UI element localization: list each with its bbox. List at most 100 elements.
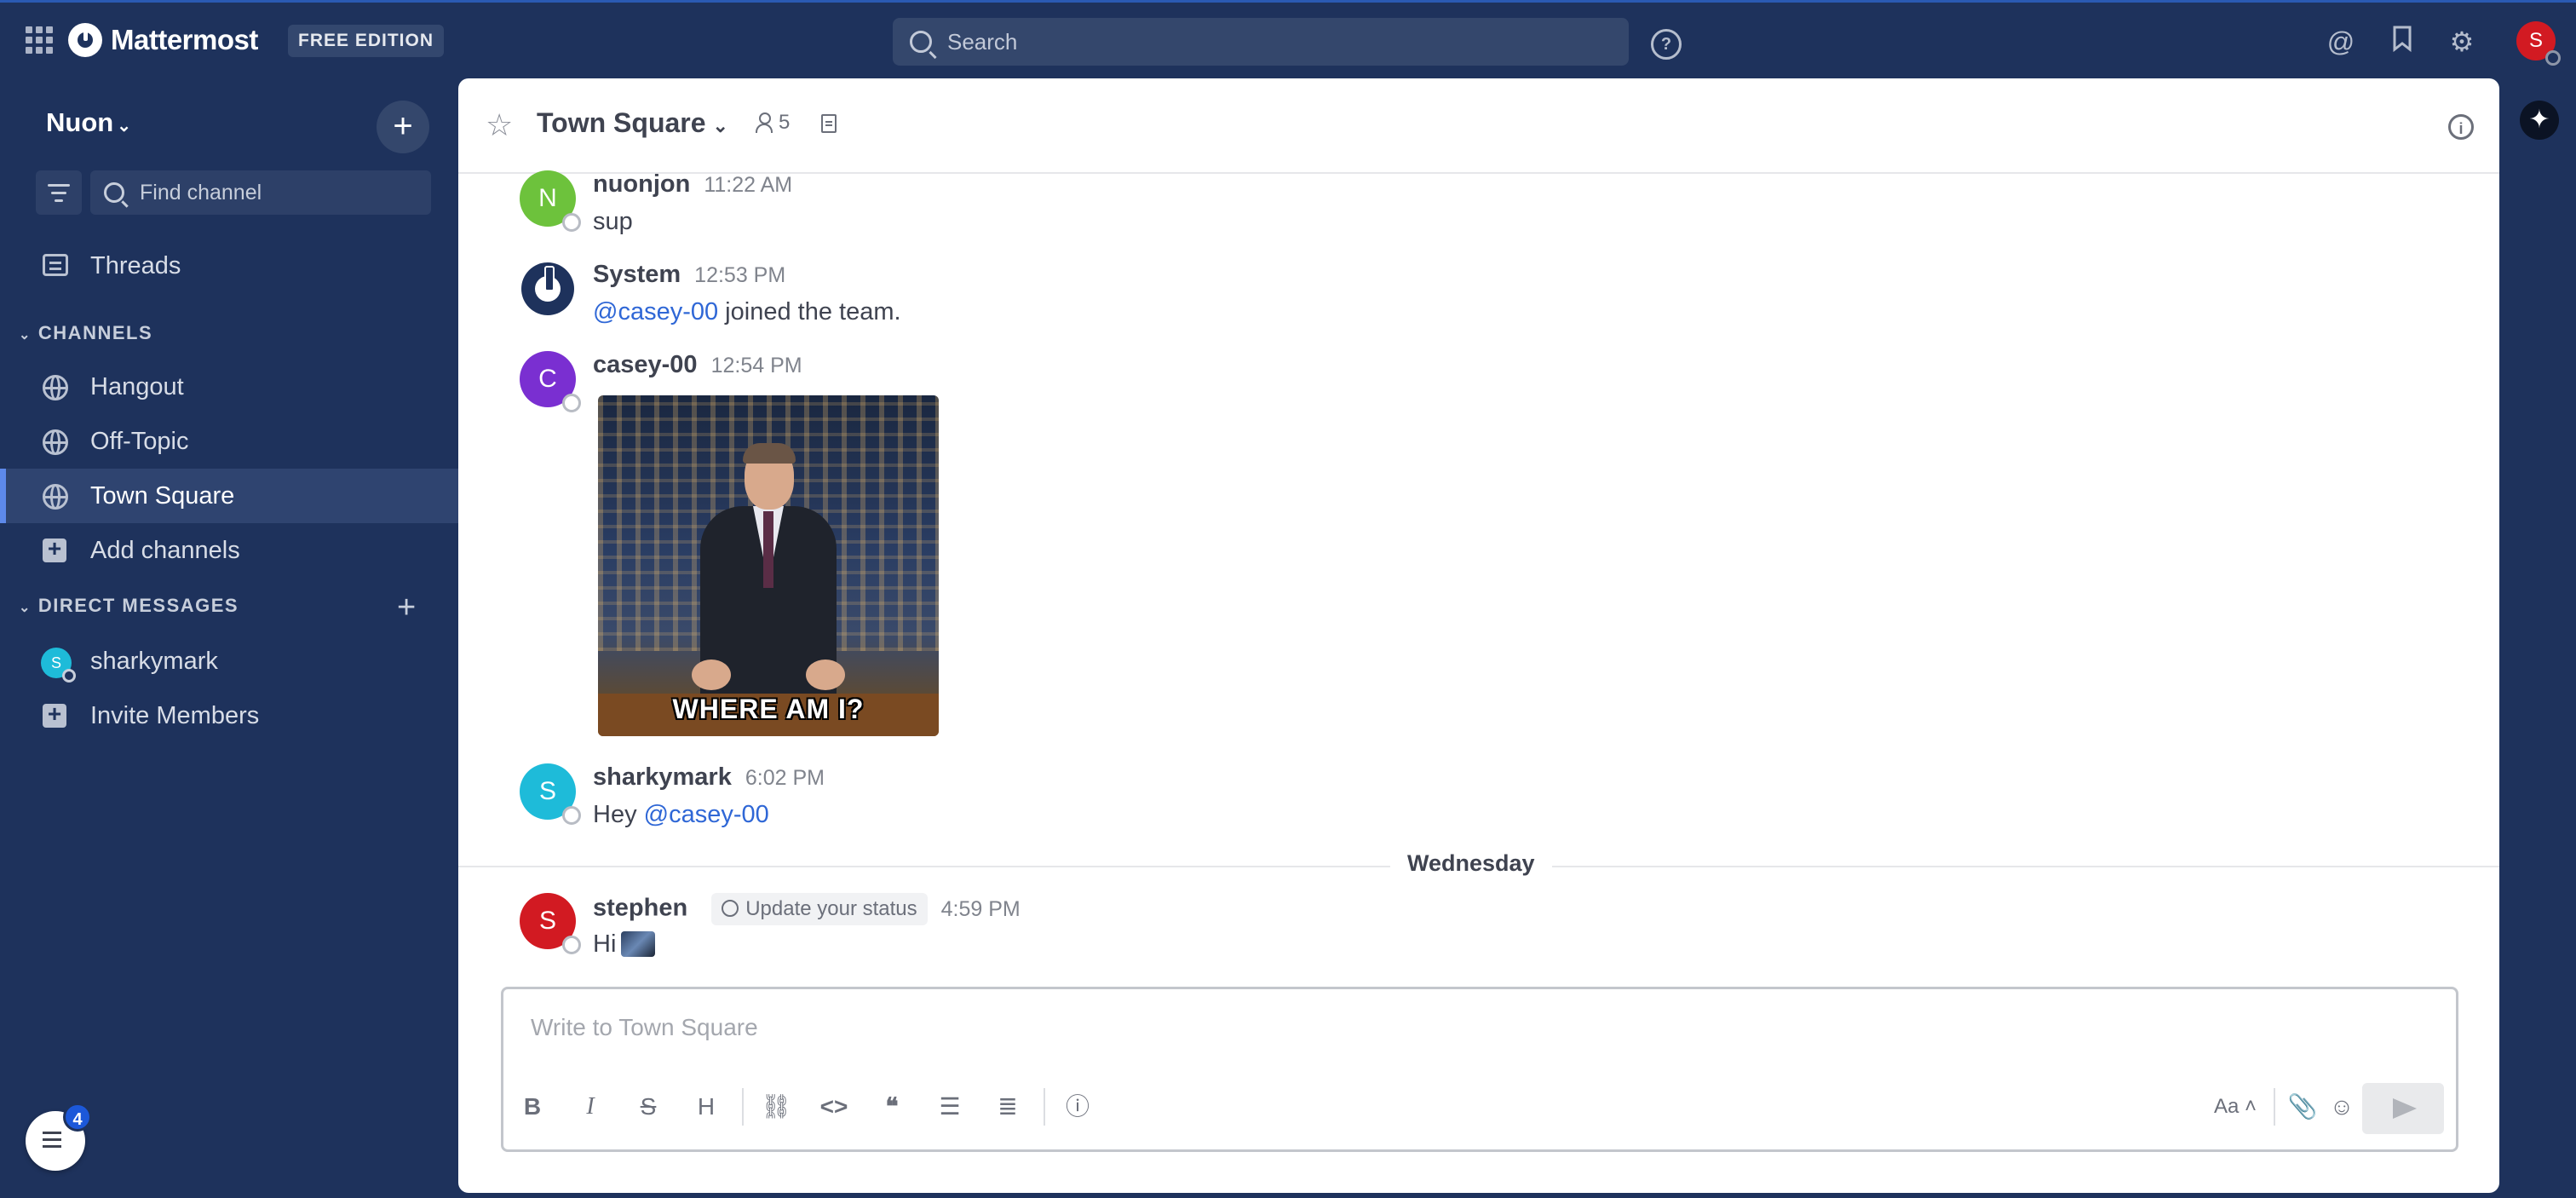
direct-messages-section-header[interactable]: ⌄ DIRECT MESSAGES <box>19 595 239 617</box>
avatar[interactable]: N <box>520 170 581 232</box>
add-new-button[interactable]: + <box>377 101 429 153</box>
sidebar-item-label: Threads <box>90 251 181 279</box>
filter-icon[interactable] <box>36 170 82 215</box>
plus-square-icon <box>43 535 66 562</box>
post-header: System 12:53 PM <box>593 261 785 289</box>
date-separator-label: Wednesday <box>1390 850 1552 877</box>
sidebar-item-town-square[interactable]: Town Square <box>0 469 458 523</box>
files-icon[interactable] <box>821 114 837 133</box>
sidebar-item-label: sharkymark <box>90 647 218 675</box>
help-icon[interactable]: ? <box>1651 29 1682 60</box>
insights-button[interactable]: 4 <box>26 1103 92 1171</box>
strikethrough-icon[interactable]: S <box>630 1088 667 1126</box>
post-message: sup <box>593 208 633 235</box>
section-label: CHANNELS <box>37 322 153 343</box>
emoji-picker-icon[interactable]: ☺ <box>2323 1088 2360 1126</box>
sidebar-item-threads[interactable]: Threads <box>0 239 458 293</box>
priority-icon[interactable]: ⓘ <box>1059 1088 1096 1126</box>
info-icon[interactable]: i <box>2448 114 2474 140</box>
channel-view: ☆ Town Square ⌄ 5 i N nuonjon 11:22 AM sup… <box>458 78 2499 1193</box>
find-channel-input[interactable]: Find channel <box>90 170 431 215</box>
italic-icon[interactable]: I <box>572 1088 609 1126</box>
chevron-down-icon: ⌄ <box>712 115 728 136</box>
avatar[interactable]: C <box>520 351 581 412</box>
post-author[interactable]: sharkymark <box>593 763 732 791</box>
sidebar-item-label: Add channels <box>90 536 240 564</box>
message-input[interactable] <box>529 1013 2406 1042</box>
channel-name-menu[interactable]: Town Square ⌄ <box>537 107 728 139</box>
at-mentions-icon[interactable]: @ <box>2324 25 2358 59</box>
avatar-initial: C <box>538 365 557 393</box>
invite-members-button[interactable]: Invite Members <box>0 688 458 743</box>
user-avatar[interactable]: S <box>2516 21 2561 66</box>
post-text: joined the team. <box>718 298 901 325</box>
post-author[interactable]: nuonjon <box>593 170 690 198</box>
chevron-down-icon: ⌄ <box>117 117 131 135</box>
sidebar-item-label: Town Square <box>90 481 235 510</box>
post-header: nuonjon 11:22 AM <box>593 170 792 199</box>
gif-caption: WHERE AM I? <box>672 694 865 724</box>
post-time[interactable]: 12:54 PM <box>711 354 802 377</box>
post-message: Hey @casey-00 <box>593 801 769 829</box>
code-icon[interactable]: <> <box>815 1088 853 1126</box>
gif-image[interactable]: WHERE AM I? <box>598 395 939 736</box>
avatar-initial: S <box>538 907 556 935</box>
sparkle-icon[interactable]: ✦ <box>2520 101 2559 140</box>
sidebar-item-label: Invite Members <box>90 701 260 729</box>
star-icon[interactable]: ☆ <box>486 107 513 143</box>
font-toggle-button[interactable]: Aa ˄ <box>2205 1088 2265 1126</box>
add-channels-button[interactable]: Add channels <box>0 523 458 578</box>
mention-link[interactable]: @casey-00 <box>644 801 769 828</box>
status-icon <box>562 806 581 825</box>
message-composer: B I S H ⛓ <> ❝ ☰ ≣ ⓘ Aa ˄ 📎 ☺ <box>501 987 2458 1152</box>
mattermost-logo-icon <box>68 23 102 57</box>
post-author: System <box>593 261 681 288</box>
post-message: @casey-00 joined the team. <box>593 298 901 326</box>
quote-icon[interactable]: ❝ <box>873 1088 911 1126</box>
sidebar-item-hangout[interactable]: Hangout <box>0 360 458 414</box>
numbered-list-icon[interactable]: ≣ <box>989 1088 1026 1126</box>
member-count-button[interactable]: 5 <box>755 111 790 135</box>
sidebar-item-label: Hangout <box>90 372 184 400</box>
bold-icon[interactable]: B <box>514 1088 551 1126</box>
chevron-down-icon: ⌄ <box>19 601 32 615</box>
channels-section-header[interactable]: ⌄ CHANNELS <box>19 322 152 344</box>
plus-square-icon <box>43 700 66 728</box>
post-time[interactable]: 12:53 PM <box>694 263 785 287</box>
avatar[interactable]: S <box>520 763 581 825</box>
heading-icon[interactable]: H <box>687 1088 725 1126</box>
post-time[interactable]: 11:22 AM <box>704 173 792 197</box>
paperclip-icon[interactable]: 📎 <box>2284 1088 2321 1126</box>
system-avatar-icon <box>520 261 576 317</box>
threads-icon <box>43 254 68 276</box>
add-direct-message-icon[interactable]: + <box>397 590 416 626</box>
channel-title: Town Square <box>537 107 706 138</box>
post-author[interactable]: stephen <box>593 895 687 922</box>
gear-icon[interactable]: ⚙ <box>2445 25 2479 59</box>
bookmark-icon[interactable] <box>2385 25 2419 59</box>
post-time[interactable]: 6:02 PM <box>745 766 825 790</box>
update-status-button[interactable]: Update your status <box>711 893 928 925</box>
post-time[interactable]: 4:59 PM <box>941 897 1021 921</box>
section-label: DIRECT MESSAGES <box>37 595 239 616</box>
bulleted-list-icon[interactable]: ☰ <box>931 1088 969 1126</box>
send-button[interactable] <box>2362 1083 2444 1134</box>
avatar: S <box>41 648 76 683</box>
product-menu-grid-icon[interactable] <box>26 26 53 54</box>
sidebar-item-off-topic[interactable]: Off-Topic <box>0 414 458 469</box>
link-icon[interactable]: ⛓ <box>757 1088 795 1126</box>
search-icon <box>104 182 124 203</box>
team-name-menu[interactable]: Nuon ⌄ <box>46 107 131 138</box>
search-bar[interactable]: Search <box>893 18 1629 66</box>
edition-badge: FREE EDITION <box>288 25 445 57</box>
person-icon <box>755 112 773 134</box>
smiley-icon <box>722 900 739 917</box>
post-header: casey-00 12:54 PM <box>593 351 802 379</box>
custom-emoji-icon <box>621 931 656 957</box>
avatar-initial: N <box>538 184 557 212</box>
mention-link[interactable]: @casey-00 <box>593 298 718 325</box>
avatar-initial: S <box>538 777 556 805</box>
sidebar-item-dm-sharkymark[interactable]: S sharkymark <box>0 634 458 688</box>
avatar[interactable]: S <box>520 893 581 954</box>
post-author[interactable]: casey-00 <box>593 351 698 378</box>
